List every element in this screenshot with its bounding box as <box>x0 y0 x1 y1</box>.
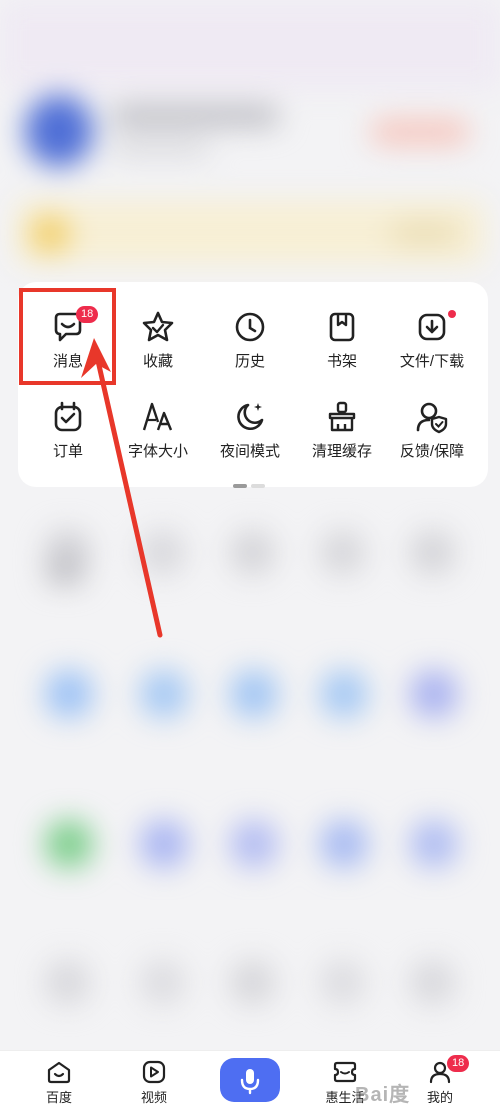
watermark: Bai度 <box>355 1084 411 1106</box>
nav-video-label: 视频 <box>140 1090 167 1105</box>
annotation-arrow <box>81 338 163 638</box>
nav-home[interactable]: 百度 <box>24 1059 94 1106</box>
voice-search-button[interactable] <box>220 1058 280 1102</box>
nav-video[interactable]: 视频 <box>119 1059 189 1106</box>
microphone-icon <box>240 1069 260 1095</box>
nav-mine-label: 我的 <box>426 1090 453 1105</box>
baidu-home-icon <box>47 1061 71 1084</box>
mine-badge: 18 <box>447 1055 470 1072</box>
nav-home-label: 百度 <box>45 1090 72 1105</box>
bottom-navigation: 百度 视频 惠生活 我的 18 <box>0 1050 500 1112</box>
play-icon <box>142 1060 166 1084</box>
nav-mine[interactable]: 我的 18 <box>405 1055 475 1106</box>
